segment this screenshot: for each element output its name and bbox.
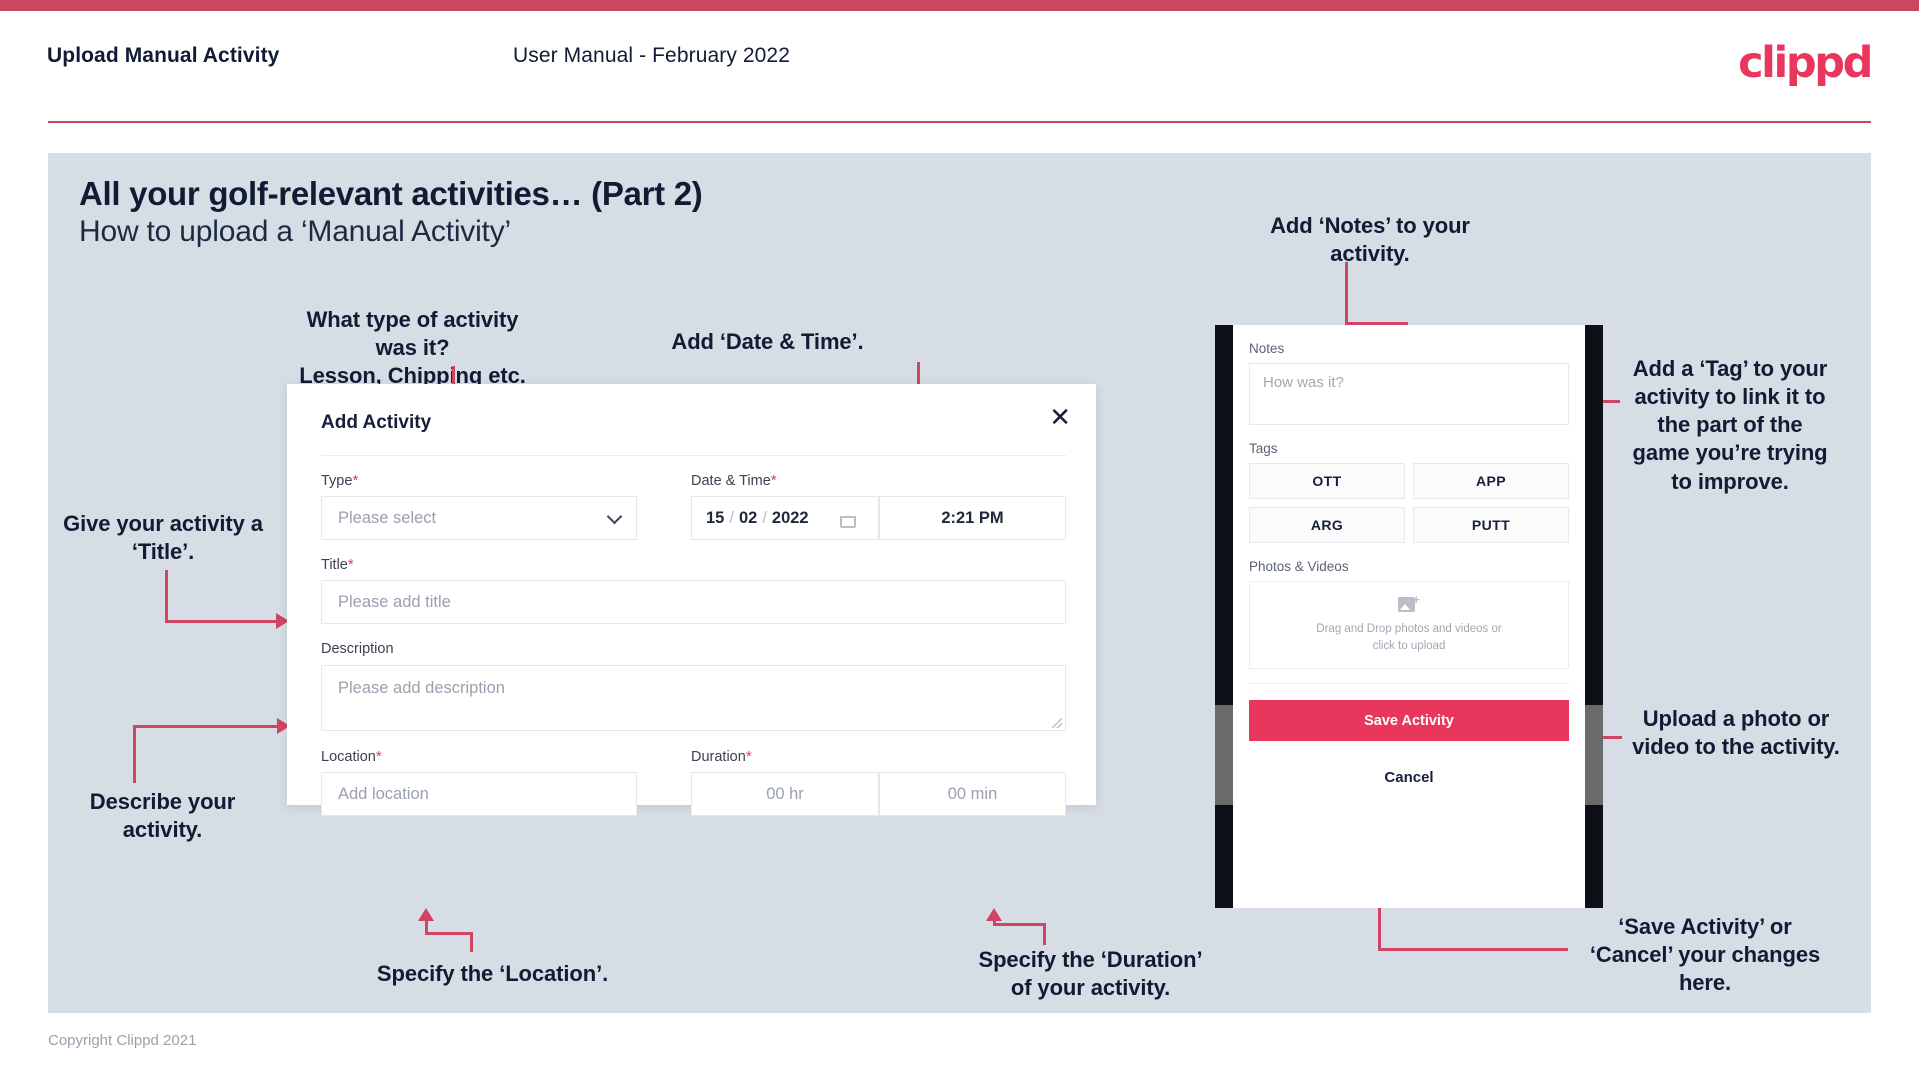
dialog-divider <box>321 455 1066 456</box>
photo-upload-dropzone[interactable]: + Drag and Drop photos and videos or cli… <box>1249 581 1569 669</box>
title-input[interactable]: Please add title <box>321 580 1066 624</box>
clippd-logo: clippd <box>1738 38 1873 88</box>
phone-divider <box>1249 683 1569 684</box>
time-input[interactable]: 2:21 PM <box>879 496 1066 540</box>
notes-label: Notes <box>1249 341 1285 356</box>
dropzone-line-2: click to upload <box>1372 640 1446 652</box>
connector-dur-arrow <box>986 908 1002 921</box>
add-activity-dialog: Add Activity ✕ Type* Please select Date … <box>287 384 1096 816</box>
chevron-down-icon <box>606 508 623 525</box>
connector-loc-arrow <box>418 908 434 921</box>
phone-bezel-right <box>1585 325 1603 908</box>
location-label: Location* <box>321 748 382 765</box>
tag-app[interactable]: APP <box>1413 463 1569 499</box>
connector-desc-h <box>133 725 279 728</box>
page-title: Upload Manual Activity <box>47 44 280 67</box>
duration-label-text: Duration <box>691 749 746 765</box>
close-icon[interactable]: ✕ <box>1049 404 1071 430</box>
title-placeholder: Please add title <box>338 592 451 611</box>
tags-label: Tags <box>1249 441 1278 456</box>
date-day: 15 <box>706 508 725 527</box>
annotation-duration: Specify the ‘Duration’ of your activity. <box>978 947 1203 1001</box>
phone-screen: Notes How was it? Tags OTT APP ARG PUTT … <box>1233 325 1585 908</box>
duration-required-mark: * <box>745 748 752 765</box>
connector-title-h <box>165 620 278 623</box>
annotation-description: Describe your activity. <box>89 789 236 843</box>
location-input[interactable]: Add location <box>321 772 637 816</box>
date-sep-1: / <box>729 508 734 527</box>
tag-arg[interactable]: ARG <box>1249 507 1405 543</box>
description-textarea[interactable]: Please add description <box>321 665 1066 731</box>
description-placeholder: Please add description <box>338 679 505 697</box>
photos-label: Photos & Videos <box>1249 559 1349 574</box>
title-label: Title* <box>321 556 354 573</box>
tag-putt[interactable]: PUTT <box>1413 507 1569 543</box>
cancel-button[interactable]: Cancel <box>1249 755 1569 799</box>
duration-minutes-input[interactable]: 00 min <box>879 772 1066 816</box>
date-sep-2: / <box>762 508 767 527</box>
annotation-save: ‘Save Activity’ or ‘Cancel’ your changes… <box>1589 914 1821 996</box>
annotation-notes: Add ‘Notes’ to your activity. <box>1270 213 1470 267</box>
annotation-location: Specify the ‘Location’. <box>376 961 609 986</box>
slide-root: Upload Manual Activity User Manual - Feb… <box>0 0 1919 1079</box>
notes-placeholder: How was it? <box>1263 374 1344 391</box>
description-label: Description <box>321 641 394 657</box>
resize-grip-icon[interactable] <box>1052 718 1062 728</box>
title-label-text: Title <box>321 557 348 573</box>
add-image-icon: + <box>1398 593 1420 614</box>
tags-grid: OTT APP ARG PUTT <box>1249 463 1569 543</box>
description-label-text: Description <box>321 641 394 657</box>
connector-dur-v1 <box>1043 923 1046 945</box>
tag-ott[interactable]: OTT <box>1249 463 1405 499</box>
notes-input[interactable]: How was it? <box>1249 363 1569 425</box>
type-label: Type* <box>321 472 358 489</box>
page-subtitle: User Manual - February 2022 <box>513 44 790 67</box>
top-accent-bar <box>0 0 1919 11</box>
dropzone-line-1: Drag and Drop photos and videos or <box>1316 623 1502 636</box>
duration-hours-value: 00 hr <box>766 784 804 803</box>
time-value: 2:21 PM <box>941 508 1004 527</box>
header-divider <box>48 121 1871 123</box>
type-select[interactable]: Please select <box>321 496 637 540</box>
type-select-value: Please select <box>338 508 437 527</box>
connector-dur-h <box>993 923 1046 926</box>
save-activity-button[interactable]: Save Activity <box>1249 700 1569 741</box>
connector-title-v <box>165 570 168 623</box>
annotation-datetime: Add ‘Date & Time’. <box>671 329 864 354</box>
duration-label: Duration* <box>691 748 752 765</box>
type-required-mark: * <box>352 472 359 489</box>
datetime-required-mark: * <box>770 472 777 489</box>
connector-loc-v2 <box>425 920 428 935</box>
connector-loc-h <box>425 932 473 935</box>
phone-bezel-left <box>1215 325 1233 908</box>
connector-save-h <box>1378 948 1568 951</box>
phone-mockup: Notes How was it? Tags OTT APP ARG PUTT … <box>1215 325 1603 908</box>
title-required-mark: * <box>347 556 354 573</box>
datetime-label-text: Date & Time <box>691 473 771 489</box>
type-label-text: Type <box>321 473 353 489</box>
duration-minutes-value: 00 min <box>947 784 998 803</box>
date-month: 02 <box>738 508 758 527</box>
connector-desc-v <box>133 725 136 783</box>
datetime-label: Date & Time* <box>691 472 777 489</box>
slide-subheading: How to upload a ‘Manual Activity’ <box>79 215 511 248</box>
connector-loc-v1 <box>470 932 473 952</box>
annotation-tags: Add a ‘Tag’ to your activity to link it … <box>1632 356 1828 494</box>
phone-button-right <box>1585 705 1603 805</box>
date-year: 2022 <box>771 508 809 527</box>
dialog-title: Add Activity <box>321 412 432 433</box>
annotation-upload: Upload a photo or video to the activity. <box>1632 706 1840 760</box>
duration-hours-input[interactable]: 00 hr <box>691 772 879 816</box>
phone-button-left <box>1215 705 1233 805</box>
calendar-icon[interactable] <box>840 512 856 528</box>
annotation-title: Give your activity a ‘Title’. <box>63 511 263 565</box>
annotation-type: What type of activity was it? Lesson, Ch… <box>299 307 526 389</box>
slide-heading: All your golf-relevant activities… (Part… <box>79 175 703 212</box>
copyright-text: Copyright Clippd 2021 <box>48 1032 197 1049</box>
connector-notes-v1 <box>1345 262 1348 324</box>
location-label-text: Location <box>321 749 376 765</box>
location-required-mark: * <box>375 748 382 765</box>
location-placeholder: Add location <box>338 784 429 803</box>
date-input[interactable]: 15 / 02 / 2022 <box>691 496 879 540</box>
